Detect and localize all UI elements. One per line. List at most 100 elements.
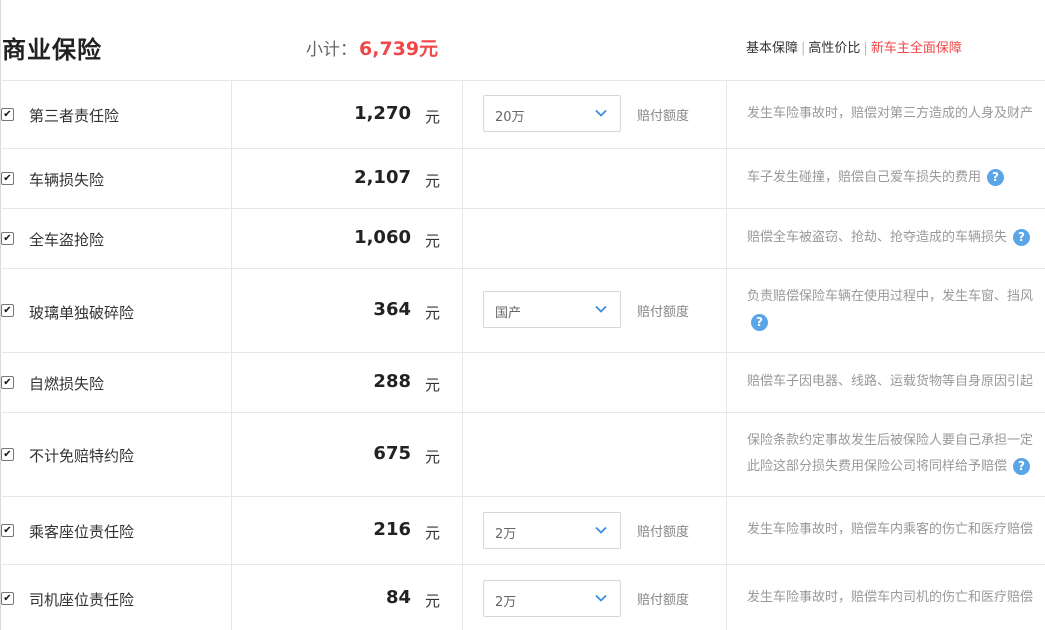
insurance-row: ✔ 司机座位责任险 84 元 2万 赔付额度 发生车险事故时，赔偿车内司机的伤亡… [0,565,1045,630]
row-checkbox[interactable]: ✔ [1,592,14,605]
insurance-name: 不计免赔特约险 [29,447,135,465]
coverage-label: 赔付额度 [637,305,690,320]
price-unit: 元 [425,172,441,190]
column-divider [726,497,727,564]
help-icon[interactable]: ? [987,169,1005,186]
insurance-row: ✔ 不计免赔特约险 675 元 保险条款约定事故发生后被保险人要自己承担一定 此… [0,413,1045,497]
column-divider [462,269,463,352]
column-divider [231,413,232,496]
insurance-price: 364 [373,299,411,320]
column-divider [462,149,463,208]
insurance-description: 发生车险事故时，赔偿车内司机的伤亡和医疗赔偿 [747,585,1033,611]
row-checkbox[interactable]: ✔ [1,376,14,389]
insurance-price: 675 [373,443,411,464]
insurance-name: 司机座位责任险 [29,591,135,609]
row-checkbox[interactable]: ✔ [1,304,14,317]
column-divider [231,81,232,148]
price-unit: 元 [425,448,441,466]
insurance-description: 负责赔偿保险车辆在使用过程中，发生车窗、挡风 ? [747,284,1033,336]
subtotal-label: 小计： [306,40,357,60]
plan-divider: | [863,41,868,56]
plan-basic[interactable]: 基本保障 [746,41,798,56]
row-checkbox[interactable]: ✔ [1,108,14,121]
row-checkbox[interactable]: ✔ [1,232,14,245]
insurance-description: 赔偿全车被盗窃、抢劫、抢夺造成的车辆损失? [747,225,1031,251]
description-text: 保险条款约定事故发生后被保险人要自己承担一定 [747,433,1034,448]
insurance-name: 第三者责任险 [29,107,120,125]
coverage-select-value: 20万 [495,110,525,125]
insurance-name: 自燃损失险 [29,375,105,393]
description-text: 赔偿全车被盗窃、抢劫、抢夺造成的车辆损失 [747,230,1008,245]
coverage-select[interactable]: 2万 [483,580,621,617]
row-checkbox[interactable]: ✔ [1,448,14,461]
coverage-select-value: 2万 [495,527,517,542]
insurance-row: ✔ 车辆损失险 2,107 元 车子发生碰撞，赔偿自己爱车损失的费用? [0,149,1045,209]
price-unit: 元 [425,524,441,542]
insurance-name: 车辆损失险 [29,171,105,189]
coverage-select-value: 国产 [495,306,522,321]
description-text: 车子发生碰撞，赔偿自己爱车损失的费用 [747,170,982,185]
chevron-down-icon [595,594,607,602]
description-text: 发生车险事故时，赔偿车内乘客的伤亡和医疗赔偿 [747,522,1034,537]
help-icon[interactable]: ? [1013,229,1031,246]
insurance-description: 发生车险事故时，赔偿对第三方造成的人身及财产 [747,101,1033,127]
price-unit: 元 [425,232,441,250]
coverage-label: 赔付额度 [637,525,690,540]
chevron-down-icon [595,305,607,313]
column-divider [726,149,727,208]
coverage-select[interactable]: 国产 [483,291,621,328]
description-text: 发生车险事故时，赔偿车内司机的伤亡和医疗赔偿 [747,590,1034,605]
header: 商业保险 小计： 6,739元 基本保障 | 高性价比 | 新车主全面保障 [0,0,1045,81]
column-divider [231,269,232,352]
price-unit: 元 [425,592,441,610]
row-checkbox[interactable]: ✔ [1,172,14,185]
column-divider [462,81,463,148]
column-divider [231,497,232,564]
insurance-price: 1,060 [354,227,411,248]
insurance-row: ✔ 全车盗抢险 1,060 元 赔偿全车被盗窃、抢劫、抢夺造成的车辆损失? [0,209,1045,269]
insurance-description: 保险条款约定事故发生后被保险人要自己承担一定 此险这部分损失费用保险公司将同样给… [747,428,1033,480]
price-unit: 元 [425,376,441,394]
column-divider [726,81,727,148]
column-divider [231,353,232,412]
coverage-label: 赔付额度 [637,109,690,124]
coverage-select[interactable]: 2万 [483,512,621,549]
row-checkbox[interactable]: ✔ [1,524,14,537]
insurance-description: 发生车险事故时，赔偿车内乘客的伤亡和医疗赔偿 [747,517,1033,543]
chevron-down-icon [595,109,607,117]
insurance-row: ✔ 自燃损失险 288 元 赔偿车子因电器、线路、运载货物等自身原因引起 [0,353,1045,413]
insurance-price: 1,270 [354,103,411,124]
column-divider [726,209,727,268]
column-divider [462,209,463,268]
column-divider [462,413,463,496]
plan-full[interactable]: 新车主全面保障 [871,41,962,56]
column-divider [726,565,727,630]
insurance-row: ✔ 第三者责任险 1,270 元 20万 赔付额度 发生车险事故时，赔偿对第三方… [0,81,1045,149]
plan-value[interactable]: 高性价比 [808,41,860,56]
insurance-row: ✔ 乘客座位责任险 216 元 2万 赔付额度 发生车险事故时，赔偿车内乘客的伤… [0,497,1045,565]
help-icon[interactable]: ? [751,314,768,331]
description-text: 赔偿车子因电器、线路、运载货物等自身原因引起 [747,374,1034,389]
price-unit: 元 [425,108,441,126]
insurance-name: 全车盗抢险 [29,231,105,249]
column-divider [726,353,727,412]
description-text: 此险这部分损失费用保险公司将同样给予赔偿 [747,459,1008,474]
insurance-price: 216 [373,519,411,540]
insurance-name: 玻璃单独破碎险 [29,304,135,322]
column-divider [462,353,463,412]
insurance-price: 84 [385,587,411,608]
insurance-description: 车子发生碰撞，赔偿自己爱车损失的费用? [747,165,1005,191]
insurance-description: 赔偿车子因电器、线路、运载货物等自身原因引起 [747,369,1033,395]
column-divider [231,565,232,630]
subtotal: 小计： 6,739元 [306,34,438,61]
column-divider [462,497,463,564]
column-divider [462,565,463,630]
coverage-select[interactable]: 20万 [483,95,621,132]
help-icon[interactable]: ? [1013,458,1031,475]
description-text: 负责赔偿保险车辆在使用过程中，发生车窗、挡风 [747,289,1034,304]
column-divider [231,149,232,208]
chevron-down-icon [595,526,607,534]
coverage-label: 赔付额度 [637,593,690,608]
plan-divider: | [801,41,806,56]
insurance-price: 288 [373,371,411,392]
